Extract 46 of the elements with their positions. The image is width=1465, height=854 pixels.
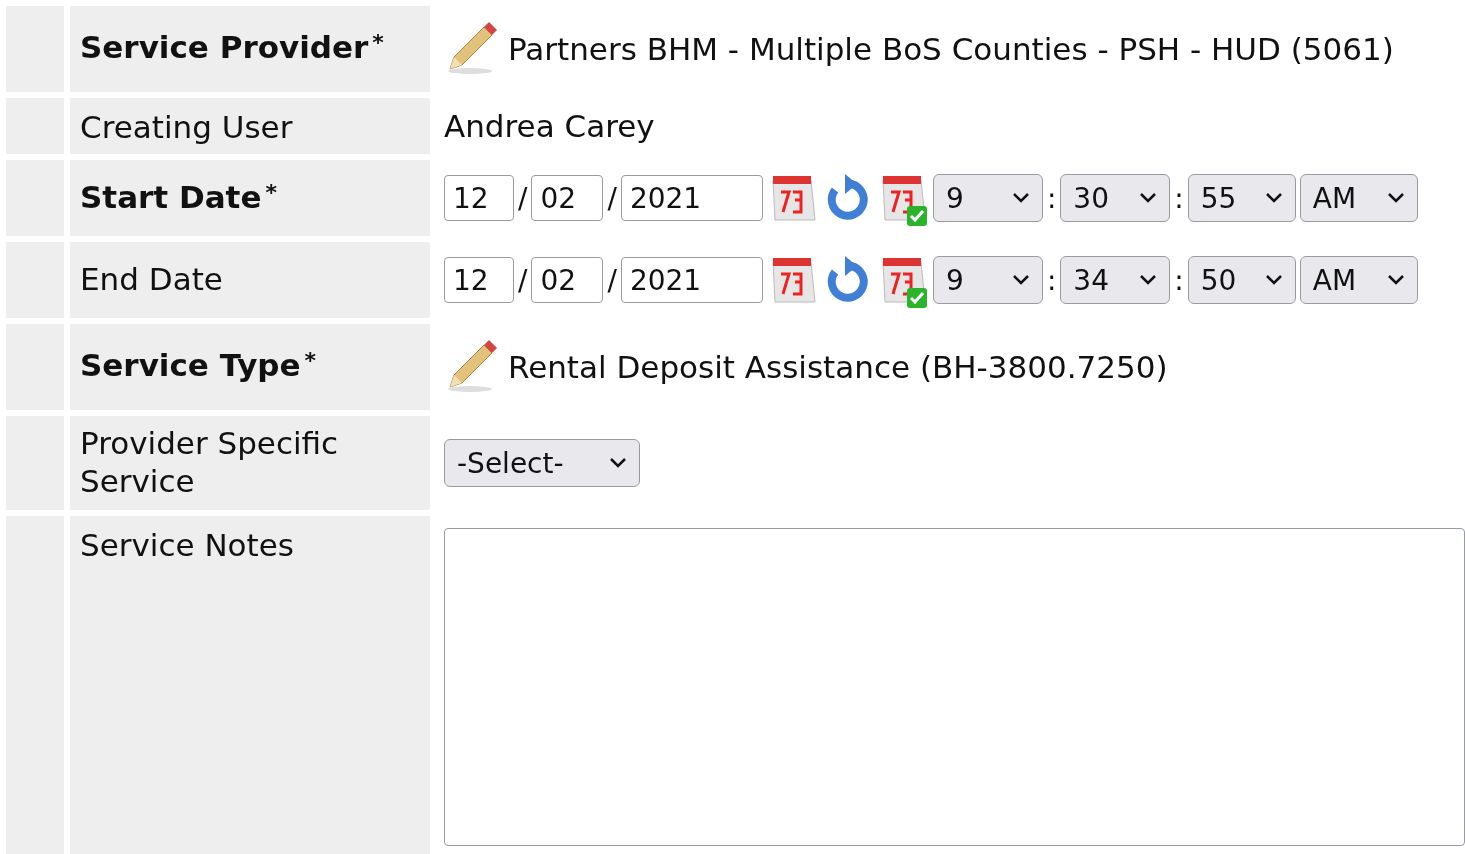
field-label: Service Notes [80,527,294,563]
chevron-down-icon [609,457,627,469]
year-field[interactable]: 2021 [620,175,763,221]
second-select[interactable]: 55 [1187,174,1296,222]
required-mark: * [372,30,384,55]
day-field[interactable]: 02 [531,257,604,303]
date-separator: / [518,263,528,297]
day-field[interactable]: 02 [531,175,604,221]
chevron-down-icon [1386,274,1405,286]
chevron-down-icon [1139,192,1158,204]
service-select[interactable]: -Select- [444,439,640,487]
field-label: End Date [80,261,223,297]
time-separator: : [1174,181,1184,215]
field-label: Start Date [80,179,262,215]
time-separator: : [1046,263,1057,297]
field-label: Service Type [80,347,301,383]
field-label: Service Provider [80,29,369,65]
minute-select[interactable]: 34 [1060,256,1171,304]
month-field[interactable]: 12 [444,257,514,303]
chevron-down-icon [1264,192,1283,204]
chevron-down-icon [1264,274,1283,286]
chevron-down-icon [1011,192,1030,204]
time-separator: : [1046,181,1057,215]
ampm-select[interactable]: AM [1299,174,1418,222]
second-select[interactable]: 50 [1187,256,1296,304]
field-label: Provider Specific Service [80,425,339,499]
field-value: Partners BHM - Multiple BoS Counties - PSH - HUD (5061) [508,31,1394,67]
ampm-select[interactable]: AM [1299,256,1418,304]
chevron-down-icon [1386,192,1405,204]
time-separator: : [1174,263,1184,297]
hour-select[interactable]: 9 [932,174,1043,222]
chevron-down-icon [1139,274,1158,286]
field-value: Andrea Carey [444,108,655,144]
month-field[interactable]: 12 [444,175,514,221]
notes-field[interactable] [444,528,1465,846]
minute-select[interactable]: 30 [1060,174,1171,222]
hour-select[interactable]: 9 [932,256,1043,304]
year-field[interactable]: 2021 [620,257,763,303]
date-separator: / [607,181,617,215]
date-separator: / [607,263,617,297]
required-mark: * [304,348,317,373]
field-value: Rental Deposit Assistance (BH-3800.7250) [508,349,1168,385]
field-label: Creating User [80,109,293,145]
date-separator: / [518,181,528,215]
chevron-down-icon [1011,274,1030,286]
required-mark: * [265,180,277,205]
